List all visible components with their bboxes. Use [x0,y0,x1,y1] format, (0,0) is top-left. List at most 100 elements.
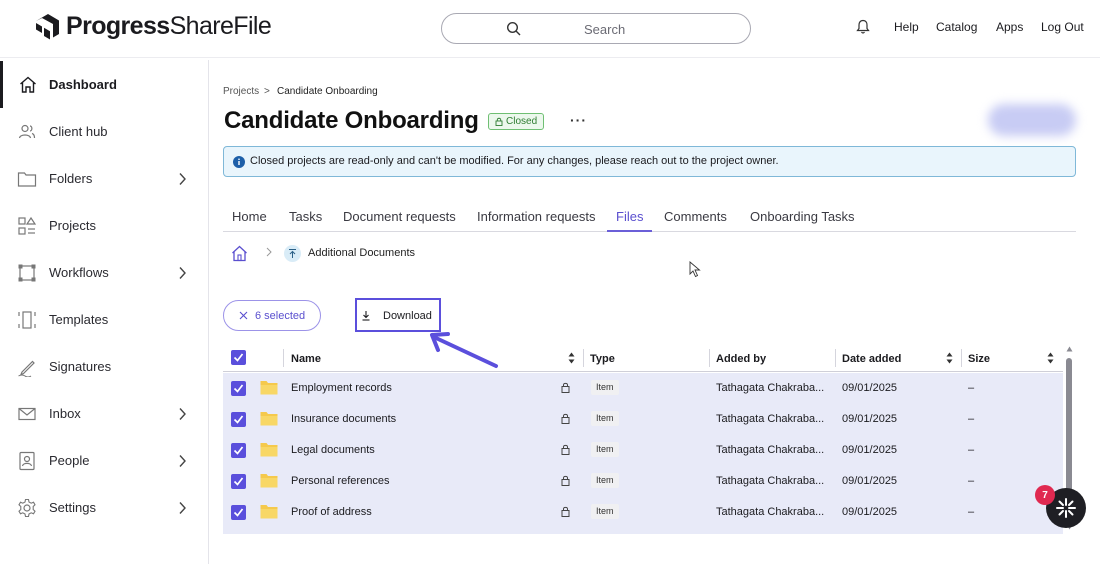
sidebar-item-dashboard[interactable]: Dashboard [0,61,208,108]
sidebar-item-signatures[interactable]: Signatures [0,343,208,390]
folder-icon [260,474,278,488]
folder-up-icon[interactable] [284,245,301,262]
table-row[interactable]: Proof of address Item Tathagata Chakraba… [223,497,1063,528]
sidebar-item-settings[interactable]: Settings [0,484,208,531]
file-size: – [968,475,975,487]
tab-comments[interactable]: Comments [664,209,727,224]
download-label: Download [383,310,432,322]
log-out-link[interactable]: Log Out [1041,20,1084,34]
chevron-right-icon [179,501,186,514]
current-folder-name: Additional Documents [308,247,416,259]
check-icon [233,384,244,393]
file-name[interactable]: Insurance documents [291,413,396,425]
check-icon [233,415,244,424]
sidebar-item-workflows[interactable]: Workflows [0,249,208,296]
column-divider [283,349,284,367]
lock-icon [561,382,570,393]
info-icon [233,156,245,168]
sidebar-item-inbox[interactable]: Inbox [0,390,208,437]
sidebar-item-templates[interactable]: Templates [0,296,208,343]
breadcrumb-separator: > [264,86,270,97]
scroll-up-icon[interactable] [1066,346,1073,352]
file-name[interactable]: Legal documents [291,444,375,456]
sidebar-item-people[interactable]: People [0,437,208,484]
file-name[interactable]: Proof of address [291,506,372,518]
info-banner-text: Closed projects are read-only and can't … [250,155,779,167]
lock-icon [561,444,570,455]
chevron-right-icon [179,172,186,185]
table-row[interactable]: Insurance documents Item Tathagata Chakr… [223,404,1063,435]
file-size: – [968,413,975,425]
date-added: 09/01/2025 [842,413,898,425]
select-all-checkbox[interactable] [231,350,246,365]
row-checkbox[interactable] [231,443,246,458]
tab-home[interactable]: Home [232,209,267,224]
column-divider [961,349,962,367]
row-checkbox[interactable] [231,505,246,520]
tab-files[interactable]: Files [616,209,643,224]
more-options-button[interactable]: ··· [570,112,587,128]
added-by: Tathagata Chakraba... [716,506,825,518]
folder-icon [260,443,278,457]
sort-icon[interactable] [568,352,575,364]
breadcrumb-projects[interactable]: Projects [223,86,259,97]
home-icon [20,76,36,93]
sidebar-item-client-hub[interactable]: Client hub [0,108,208,155]
assistant-icon [1056,498,1076,518]
table-header: Name Type Added by Date added Size [223,344,1063,372]
column-header-type[interactable]: Type [590,353,615,365]
sort-icon[interactable] [946,352,953,364]
row-checkbox[interactable] [231,412,246,427]
column-divider [583,349,584,367]
folder-icon [260,381,278,395]
folder-home-icon[interactable] [231,245,248,262]
pen-icon [18,360,35,377]
apps-link[interactable]: Apps [996,20,1023,34]
sort-icon[interactable] [1047,352,1054,364]
search-input[interactable] [552,19,742,39]
column-header-name[interactable]: Name [291,353,321,365]
tab-tasks[interactable]: Tasks [289,209,322,224]
projects-icon [18,216,37,235]
type-badge: Item [591,411,619,426]
progress-sharefile-logo[interactable]: ProgressShareFile [34,12,272,41]
date-added: 09/01/2025 [842,444,898,456]
tab-document-requests[interactable]: Document requests [343,209,456,224]
mail-icon [18,407,36,420]
column-header-date-added[interactable]: Date added [842,353,901,365]
download-icon [362,311,370,321]
date-added: 09/01/2025 [842,506,898,518]
catalog-link[interactable]: Catalog [936,20,977,34]
help-link[interactable]: Help [894,20,919,34]
file-name[interactable]: Employment records [291,382,392,394]
selected-count: 6 selected [255,310,306,322]
sidebar-item-folders[interactable]: Folders [0,155,208,202]
table-row[interactable]: Personal references Item Tathagata Chakr… [223,466,1063,497]
lock-icon [561,413,570,424]
tab-onboarding-tasks[interactable]: Onboarding Tasks [750,209,855,224]
notification-count-badge: 7 [1035,485,1055,505]
column-divider [709,349,710,367]
column-divider [835,349,836,367]
check-icon [233,477,244,486]
search-bar[interactable] [441,13,751,44]
sidebar-item-projects[interactable]: Projects [0,202,208,249]
table-row[interactable]: Employment records Item Tathagata Chakra… [223,373,1063,404]
search-icon [506,21,521,36]
type-badge: Item [591,442,619,457]
column-header-added-by[interactable]: Added by [716,353,766,365]
info-banner: Closed projects are read-only and can't … [223,146,1076,177]
file-name[interactable]: Personal references [291,475,389,487]
status-badge: Closed [488,113,545,130]
row-checkbox[interactable] [231,381,246,396]
table-row[interactable]: Legal documents Item Tathagata Chakraba.… [223,435,1063,466]
added-by: Tathagata Chakraba... [716,382,825,394]
tab-information-requests[interactable]: Information requests [477,209,596,224]
blurred-avatar [988,104,1076,136]
type-badge: Item [591,473,619,488]
workflow-icon [18,264,36,281]
notification-bell-icon[interactable] [856,19,870,35]
clear-selection-button[interactable]: 6 selected [223,300,321,331]
row-checkbox[interactable] [231,474,246,489]
column-header-size[interactable]: Size [968,353,990,365]
